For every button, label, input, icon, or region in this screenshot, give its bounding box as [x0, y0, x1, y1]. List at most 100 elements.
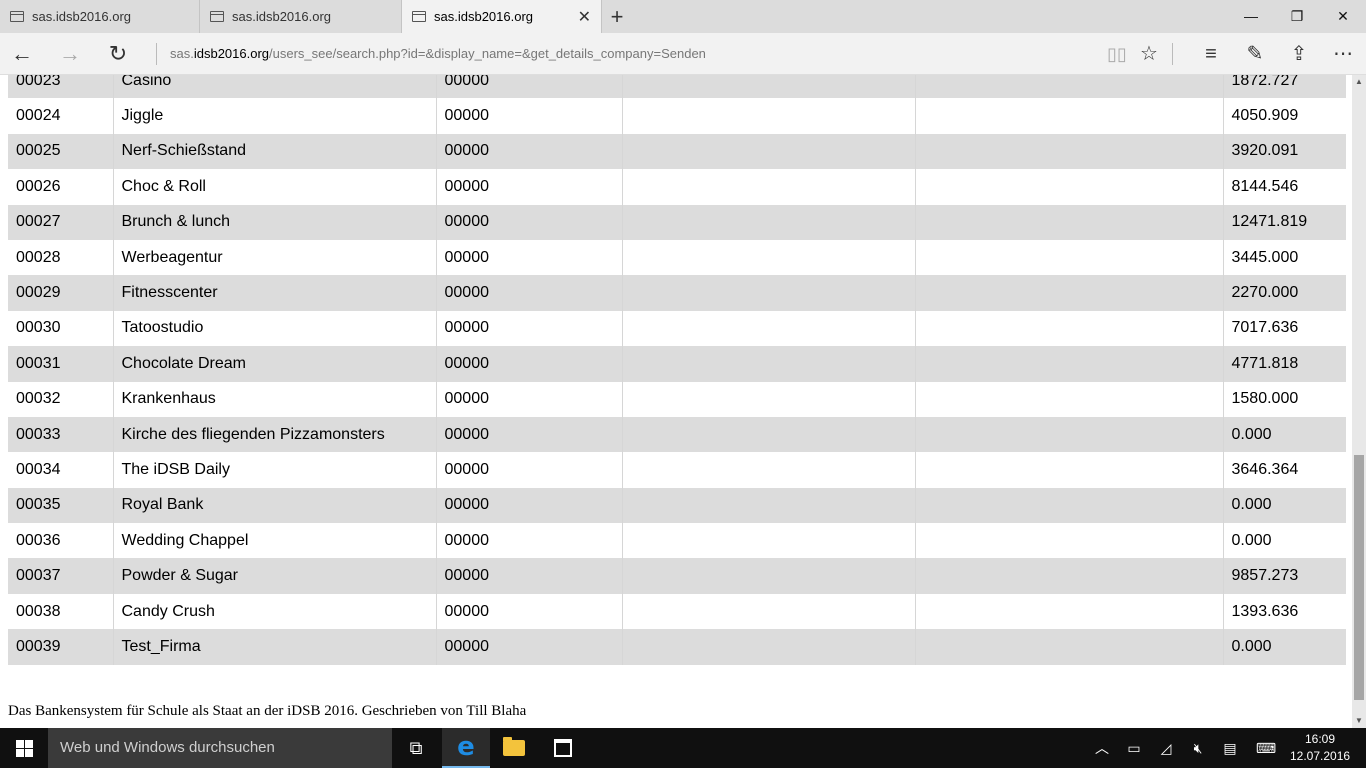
close-window-button[interactable]: ✕ [1320, 0, 1366, 33]
system-clock[interactable]: 16:09 12.07.2016 [1290, 731, 1350, 765]
cell-code: 00000 [435, 310, 622, 347]
cell-amount: 0.000 [1222, 416, 1346, 453]
refresh-icon[interactable]: ↻ [98, 33, 138, 75]
navigation-bar: ← → ↻ sas.idsb2016.org/users_see/search.… [0, 33, 1366, 75]
taskbar-search-box[interactable]: Web und Windows durchsuchen [48, 728, 392, 768]
store-icon[interactable] [539, 728, 587, 768]
cell-c5 [914, 275, 1223, 311]
tab-3-active[interactable]: sas.idsb2016.org ✕ [402, 0, 602, 33]
cell-c4 [621, 275, 915, 311]
cell-c5 [914, 204, 1223, 240]
cell-code: 00000 [435, 275, 622, 311]
windows-logo-icon [15, 739, 33, 757]
cell-c5 [914, 487, 1223, 524]
tab-2[interactable]: sas.idsb2016.org [200, 0, 402, 33]
scroll-up-icon[interactable]: ▲ [1352, 75, 1366, 89]
cell-code: 00000 [435, 381, 622, 417]
cell-c5 [914, 558, 1223, 594]
cell-c5 [914, 346, 1223, 382]
back-arrow-icon[interactable]: ← [2, 33, 42, 75]
cell-id: 00034 [8, 452, 113, 488]
cell-c4 [621, 133, 915, 170]
start-button[interactable] [0, 728, 48, 768]
cell-c4 [621, 75, 915, 99]
cell-amount: 4050.909 [1222, 98, 1346, 134]
file-explorer-icon[interactable] [490, 728, 538, 768]
cell-name: Chocolate Dream [112, 346, 436, 382]
cell-c4 [621, 310, 915, 347]
vertical-scrollbar[interactable]: ▲ ▼ [1352, 75, 1366, 728]
cell-name: Tatoostudio [112, 310, 436, 347]
cell-amount: 8144.546 [1222, 169, 1346, 205]
scroll-down-icon[interactable]: ▼ [1352, 714, 1366, 728]
cell-c5 [914, 133, 1223, 170]
minimize-button[interactable]: — [1228, 0, 1274, 33]
restore-button[interactable]: ❐ [1274, 0, 1320, 33]
cell-code: 00000 [435, 239, 622, 276]
cell-id: 00029 [8, 275, 113, 311]
page-icon [412, 11, 426, 22]
company-table-body: 00023 Casino 00000 1872.727 00024 Jiggle 00000… [8, 75, 1346, 665]
table-row: 00024 Jiggle 00000 4050.909 [8, 98, 1346, 134]
cell-name: Candy Crush [112, 593, 436, 630]
url-prefix: sas. [170, 46, 194, 61]
cell-id: 00035 [8, 487, 113, 524]
cell-amount: 3445.000 [1222, 239, 1346, 276]
cell-name: Choc & Roll [112, 169, 436, 205]
cell-code: 00000 [435, 487, 622, 524]
page-icon [10, 11, 24, 22]
cell-c4 [621, 416, 915, 453]
battery-icon[interactable]: ▭ [1118, 728, 1150, 768]
web-note-icon[interactable]: ✎ [1237, 33, 1273, 75]
cell-code: 00000 [435, 593, 622, 630]
address-bar[interactable]: sas.idsb2016.org/users_see/search.php?id… [170, 33, 706, 75]
wifi-icon[interactable]: ◿ [1150, 728, 1182, 768]
table-row: 00029 Fitnesscenter 00000 2270.000 [8, 275, 1346, 311]
divider [156, 43, 157, 65]
cell-name: The iDSB Daily [112, 452, 436, 488]
keyboard-icon[interactable]: ⌨ [1248, 728, 1284, 768]
cell-id: 00031 [8, 346, 113, 382]
new-tab-button[interactable]: + [605, 4, 629, 30]
taskbar: Web und Windows durchsuchen ⧉ e ︿ ▭ ◿ 🔇︎… [0, 728, 1366, 768]
tab-1[interactable]: sas.idsb2016.org [0, 0, 200, 33]
table-row: 00026 Choc & Roll 00000 8144.546 [8, 169, 1346, 205]
cell-amount: 1872.727 [1222, 75, 1346, 99]
hub-icon[interactable]: ≡ [1193, 33, 1229, 75]
cell-c4 [621, 204, 915, 240]
cell-amount: 7017.636 [1222, 310, 1346, 347]
cell-name: Powder & Sugar [112, 558, 436, 594]
volume-muted-icon[interactable]: 🔇︎ [1182, 728, 1214, 768]
table-row: 00037 Powder & Sugar 00000 9857.273 [8, 558, 1346, 594]
close-tab-icon[interactable]: ✕ [578, 7, 591, 27]
edge-browser-icon[interactable]: e [442, 728, 490, 768]
cell-id: 00023 [8, 75, 113, 99]
cell-id: 00039 [8, 629, 113, 665]
cell-name: Wedding Chappel [112, 523, 436, 559]
tab-bar: sas.idsb2016.org sas.idsb2016.org sas.id… [0, 0, 1366, 33]
cell-name: Test_Firma [112, 629, 436, 665]
show-hidden-icons-chevron[interactable]: ︿ [1086, 728, 1118, 768]
divider [1172, 43, 1173, 65]
notifications-icon[interactable]: ▤ [1214, 728, 1246, 768]
task-view-icon[interactable]: ⧉ [392, 728, 440, 768]
reading-view-icon[interactable]: ▯▯ [1099, 33, 1135, 75]
favorite-star-icon[interactable]: ☆ [1131, 33, 1167, 75]
cell-amount: 1393.636 [1222, 593, 1346, 630]
cell-id: 00028 [8, 239, 113, 276]
table-row: 00036 Wedding Chappel 00000 0.000 [8, 523, 1346, 559]
cell-name: Fitnesscenter [112, 275, 436, 311]
scroll-thumb[interactable] [1354, 455, 1364, 700]
forward-arrow-icon[interactable]: → [50, 33, 90, 75]
cell-amount: 3646.364 [1222, 452, 1346, 488]
cell-amount: 2270.000 [1222, 275, 1346, 311]
table-row: 00035 Royal Bank 00000 0.000 [8, 487, 1346, 524]
cell-code: 00000 [435, 98, 622, 134]
cell-c4 [621, 346, 915, 382]
cell-name: Krankenhaus [112, 381, 436, 417]
share-icon[interactable]: ⇪ [1281, 33, 1317, 75]
cell-c4 [621, 169, 915, 205]
more-icon[interactable]: ⋯ [1325, 33, 1361, 75]
cell-code: 00000 [435, 169, 622, 205]
footer-text: Das Bankensystem für Schule als Staat an… [8, 703, 527, 719]
